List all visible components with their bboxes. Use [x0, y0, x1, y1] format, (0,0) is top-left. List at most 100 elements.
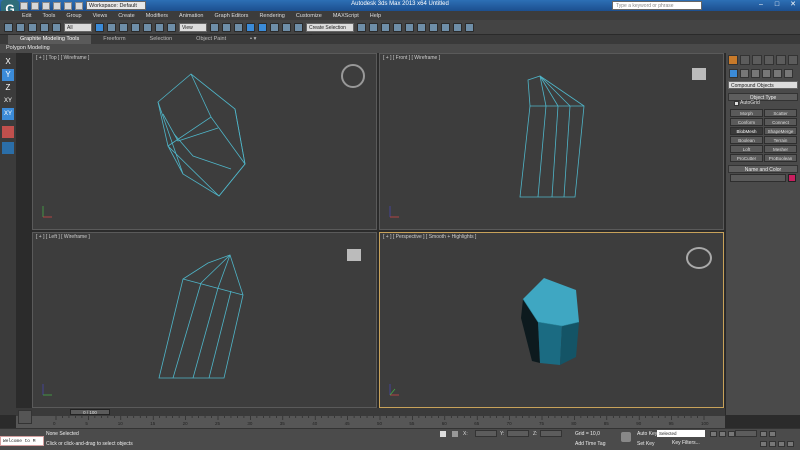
z-coordinate-field[interactable] [540, 430, 562, 437]
time-slider[interactable]: 0 / 100 [70, 409, 110, 415]
select-manipulate-icon[interactable] [222, 22, 231, 32]
shapemerge-button[interactable]: ShapeMerge [764, 127, 797, 135]
menu-graph-editors[interactable]: Graph Editors [215, 13, 249, 19]
category-dropdown[interactable]: Compound Objects [728, 81, 798, 89]
utilities-tab-icon[interactable] [788, 55, 798, 65]
auto-key-button[interactable]: Auto Key [637, 431, 657, 437]
autogrid-checkbox[interactable] [734, 101, 739, 106]
selection-filter-dropdown[interactable]: All [64, 22, 92, 32]
unlink-icon[interactable] [40, 22, 49, 32]
object-type-rollout[interactable]: Object Type [728, 93, 798, 101]
terrain-button[interactable]: Terrain [764, 136, 797, 144]
loft-button[interactable]: Loft [730, 145, 763, 153]
zoom-icon[interactable] [760, 441, 767, 447]
motion-tab-icon[interactable] [764, 55, 774, 65]
previous-frame-icon[interactable] [719, 431, 726, 437]
snap-override-icon[interactable] [2, 126, 14, 138]
minimize-icon[interactable]: – [755, 0, 767, 9]
select-rotate-icon[interactable] [155, 22, 164, 32]
blobmesh-button[interactable]: BlobMesh [730, 127, 763, 135]
ribbon-options-icon[interactable]: ▪ ▾ [238, 35, 268, 44]
helpers-icon[interactable] [773, 69, 782, 78]
curve-editor-icon[interactable] [405, 22, 414, 32]
redo-icon[interactable] [64, 1, 72, 10]
key-mode-dropdown[interactable]: Selected [657, 430, 705, 437]
viewcube-perspective-icon[interactable] [686, 247, 712, 269]
menu-customize[interactable]: Customize [296, 13, 322, 19]
trackbar[interactable]: 0 5 10 15 20 25 30 35 40 45 50 55 60 65 70 75 80 85 90 95 10… [16, 416, 725, 428]
procutter-button[interactable]: ProCutter [730, 154, 763, 162]
new-icon[interactable] [20, 1, 28, 10]
menu-edit[interactable]: Edit [22, 13, 31, 19]
schematic-view-icon[interactable] [417, 22, 426, 32]
name-and-color-rollout[interactable]: Name and Color [728, 165, 798, 173]
lights-icon[interactable] [751, 69, 760, 78]
open-icon[interactable] [31, 1, 39, 10]
menu-views[interactable]: Views [93, 13, 108, 19]
next-frame-icon[interactable] [760, 431, 767, 437]
display-tab-icon[interactable] [776, 55, 786, 65]
key-filters-button[interactable]: Key Filters... [672, 440, 700, 446]
tab-graphite-modeling-tools[interactable]: Graphite Modeling Tools [8, 35, 92, 44]
mesher-button[interactable]: Mesher [764, 145, 797, 153]
select-move-icon[interactable] [143, 22, 152, 32]
maximize-viewport-icon[interactable] [787, 441, 794, 447]
menu-modifiers[interactable]: Modifiers [146, 13, 168, 19]
tab-selection[interactable]: Selection [138, 35, 185, 44]
ribbon-panel-polygon-modeling[interactable]: Polygon Modeling [0, 44, 800, 53]
current-frame-field[interactable] [735, 430, 757, 437]
viewport-left[interactable]: [ + ] [ Left ] [ Wireframe ] [32, 232, 377, 408]
hierarchy-tab-icon[interactable] [752, 55, 762, 65]
connect-button[interactable]: Connect [764, 118, 797, 126]
absolute-mode-icon[interactable] [452, 431, 458, 437]
edit-named-selections-icon[interactable] [294, 22, 303, 32]
orbit-icon[interactable] [778, 441, 785, 447]
add-time-tag-button[interactable]: Add Time Tag [575, 441, 605, 447]
menu-create[interactable]: Create [118, 13, 135, 19]
axis-xy-cycle-button[interactable]: XY [2, 108, 14, 120]
go-to-start-icon[interactable] [710, 431, 717, 437]
axis-x-button[interactable]: X [2, 56, 14, 68]
project-folder-icon[interactable] [75, 1, 83, 10]
close-icon[interactable]: ✕ [787, 0, 799, 9]
redo-icon[interactable] [16, 22, 25, 32]
cameras-icon[interactable] [762, 69, 771, 78]
tab-object-paint[interactable]: Object Paint [184, 35, 238, 44]
maxscript-listener[interactable]: Welcome to M [0, 436, 44, 446]
create-tab-icon[interactable] [728, 55, 738, 65]
select-by-name-icon[interactable] [107, 22, 116, 32]
mirror-icon[interactable] [357, 22, 366, 32]
proboolean-button[interactable]: ProBoolean [764, 154, 797, 162]
y-coordinate-field[interactable] [507, 430, 529, 437]
conform-button[interactable]: Conform [730, 118, 763, 126]
named-selection-sets-dropdown[interactable]: Create Selection Se [306, 22, 354, 40]
undo-icon[interactable] [53, 1, 61, 10]
geometry-icon[interactable] [729, 69, 738, 78]
pivot-center-icon[interactable] [210, 22, 219, 32]
viewcube-top-icon[interactable] [341, 64, 365, 88]
space-warps-icon[interactable] [784, 69, 793, 78]
x-coordinate-field[interactable] [475, 430, 497, 437]
axis-z-button[interactable]: Z [2, 82, 14, 94]
material-editor-icon[interactable] [429, 22, 438, 32]
keyboard-shortcut-icon[interactable] [234, 22, 243, 32]
rendered-frame-window-icon[interactable] [453, 22, 462, 32]
percent-snap-icon[interactable] [270, 22, 279, 32]
search-input[interactable]: Type a keyword or phrase [612, 1, 702, 10]
time-slider-track[interactable]: 0 / 100 [16, 408, 725, 416]
boolean-button[interactable]: Boolean [730, 136, 763, 144]
pan-icon[interactable] [769, 441, 776, 447]
align-icon[interactable] [369, 22, 378, 32]
bind-space-warp-icon[interactable] [52, 22, 61, 32]
go-to-end-icon[interactable] [769, 431, 776, 437]
save-icon[interactable] [42, 1, 50, 10]
undo-icon[interactable] [4, 22, 13, 32]
menu-rendering[interactable]: Rendering [259, 13, 284, 19]
graphite-toggle-icon[interactable] [393, 22, 402, 32]
lock-selection-icon[interactable] [440, 431, 446, 437]
render-setup-icon[interactable] [441, 22, 450, 32]
select-scale-icon[interactable] [167, 22, 176, 32]
render-production-icon[interactable] [465, 22, 474, 32]
layer-explorer-icon[interactable] [381, 22, 390, 32]
mini-curve-editor-icon[interactable] [18, 410, 32, 424]
